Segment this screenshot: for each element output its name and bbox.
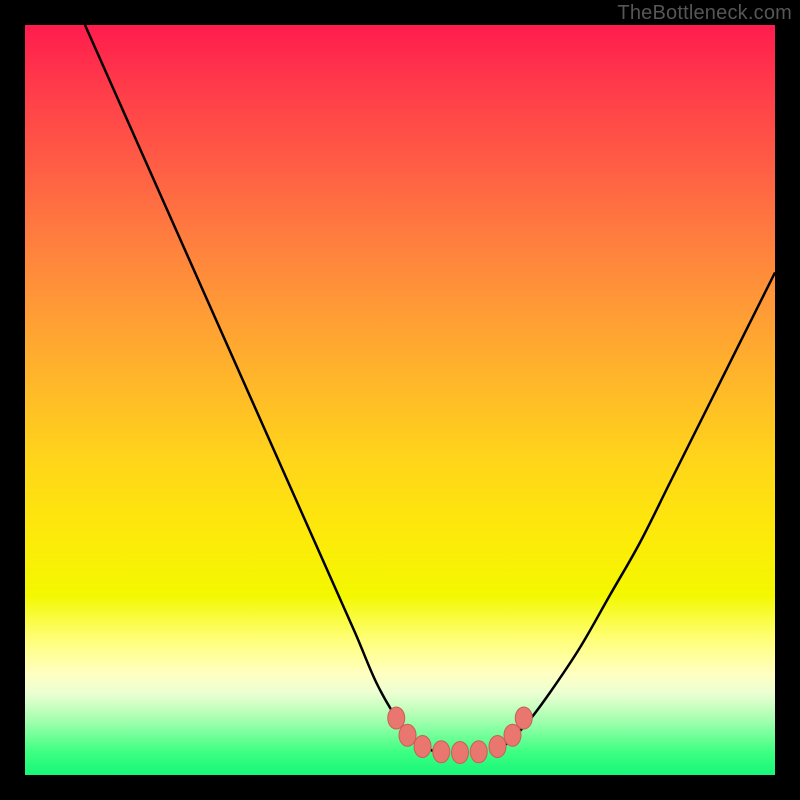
trough-marker [504,724,521,746]
trough-marker [515,707,532,729]
plot-area [25,25,775,775]
trough-marker [452,742,469,764]
curves-layer [25,25,775,775]
trough-marker [399,724,416,746]
trough-marker [470,741,487,763]
trough-marker [489,736,506,758]
right-curve [490,273,775,753]
chart-frame: TheBottleneck.com [0,0,800,800]
left-curve [85,25,438,753]
trough-marker [388,707,405,729]
trough-markers [388,707,533,764]
trough-marker [414,736,431,758]
trough-marker [433,741,450,763]
watermark-text: TheBottleneck.com [617,2,792,25]
